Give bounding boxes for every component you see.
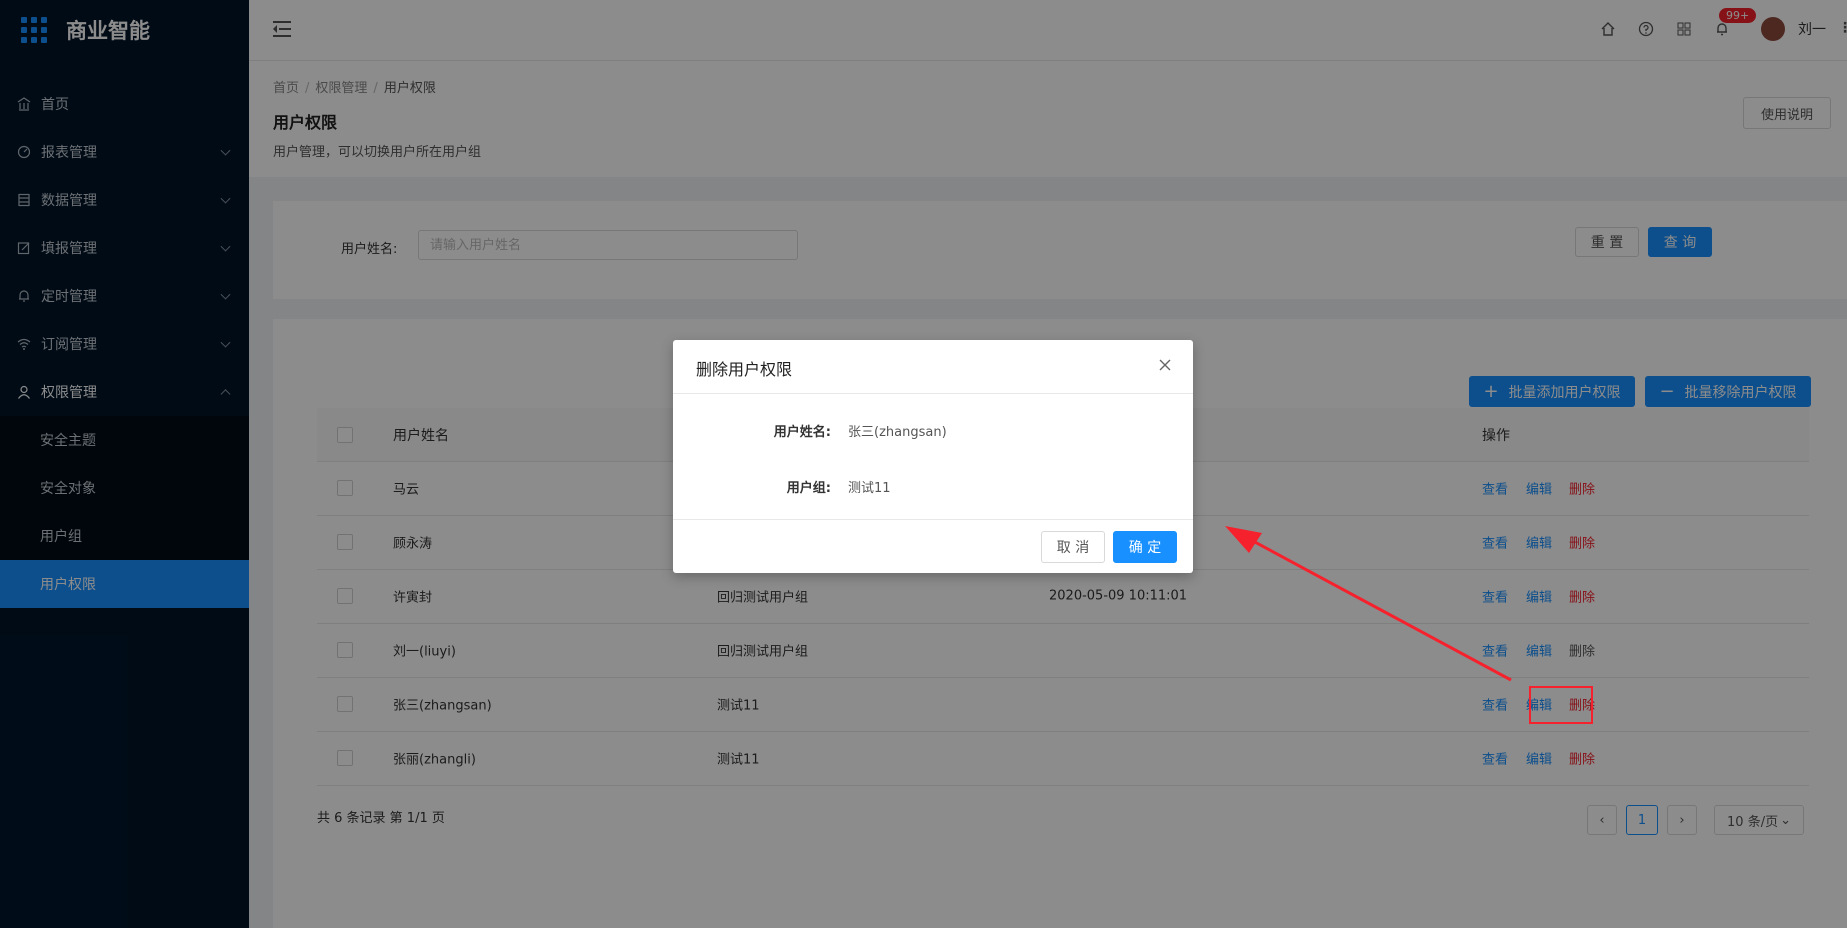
modal-header-divider [673, 393, 1193, 394]
cancel-button[interactable]: 取 消 [1041, 531, 1105, 563]
modal-title: 删除用户权限 [696, 360, 793, 379]
modal-group-label: 用户组: [786, 481, 831, 496]
modal-name-value: 张三(zhangsan) [848, 425, 947, 440]
close-icon[interactable] [1155, 355, 1175, 375]
modal-name-label: 用户姓名: [773, 425, 831, 440]
modal-group-value: 测试11 [848, 481, 891, 496]
annotation-highlight-box [1529, 686, 1593, 724]
confirm-button[interactable]: 确 定 [1113, 531, 1177, 563]
modal-footer-divider [673, 519, 1193, 520]
delete-permission-modal: 删除用户权限 用户姓名: 张三(zhangsan) 用户组: 测试11 取 消 … [673, 340, 1193, 573]
